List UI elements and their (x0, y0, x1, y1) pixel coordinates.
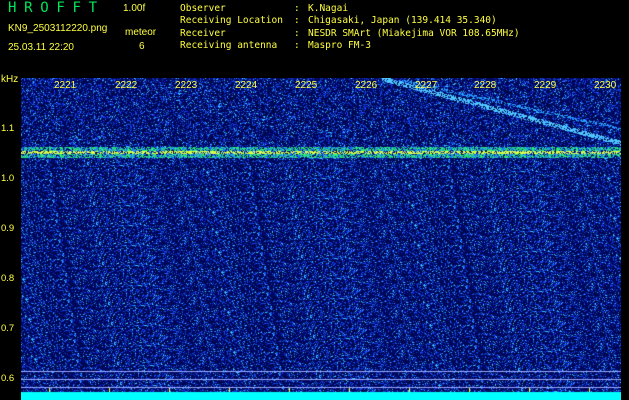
time-tick-2222: 2222 (115, 80, 138, 91)
app-title: HROFFT (8, 0, 105, 16)
frequency-unit-label: kHz (1, 74, 19, 85)
time-tick-2221: 2221 (54, 80, 77, 91)
filename-label: KN9_2503112220.png (8, 23, 108, 34)
time-tick-2224: 2224 (235, 80, 258, 91)
time-tick-2223: 2223 (175, 80, 198, 91)
time-tick-2229: 2229 (534, 80, 557, 91)
time-tick-2230: 2230 (594, 80, 617, 91)
time-tick-2228: 2228 (474, 80, 497, 91)
version-label: 1.00f (123, 3, 146, 14)
y-tick-0-7: 0.7 (1, 323, 15, 334)
info-row-receiver: Receiver: NESDR SMArt (Miakejima VOR 108.… (180, 27, 520, 39)
y-tick-0-6: 0.6 (1, 373, 15, 384)
info-row-antenna: Receiving antenna: Maspro FM-3 (180, 39, 371, 51)
station-info: Observer: K.Nagai Receiving Location: Chig… (180, 3, 520, 52)
time-tick-2227: 2227 (415, 80, 438, 91)
info-row-observer: Observer: K.Nagai (180, 3, 349, 14)
meteor-counter-value: 6 (139, 41, 145, 52)
right-border (621, 78, 629, 400)
y-tick-0-9: 0.9 (1, 223, 15, 234)
y-tick-1-1: 1.1 (1, 123, 15, 134)
y-tick-0-8: 0.8 (1, 273, 15, 284)
meteor-counter-label: meteor (125, 27, 157, 38)
timestamp-label: 25.03.11 22:20 (8, 42, 74, 53)
time-tick-2226: 2226 (355, 80, 378, 91)
time-tick-2225: 2225 (295, 80, 318, 91)
info-row-location: Receiving Location: Chigasaki, Japan (139… (180, 15, 497, 27)
header-panel: HROFFT 1.00f KN9_2503112220.png 25.03.11… (0, 0, 629, 78)
y-tick-1-0: 1.0 (1, 173, 15, 184)
spectrogram-canvas (21, 78, 621, 400)
